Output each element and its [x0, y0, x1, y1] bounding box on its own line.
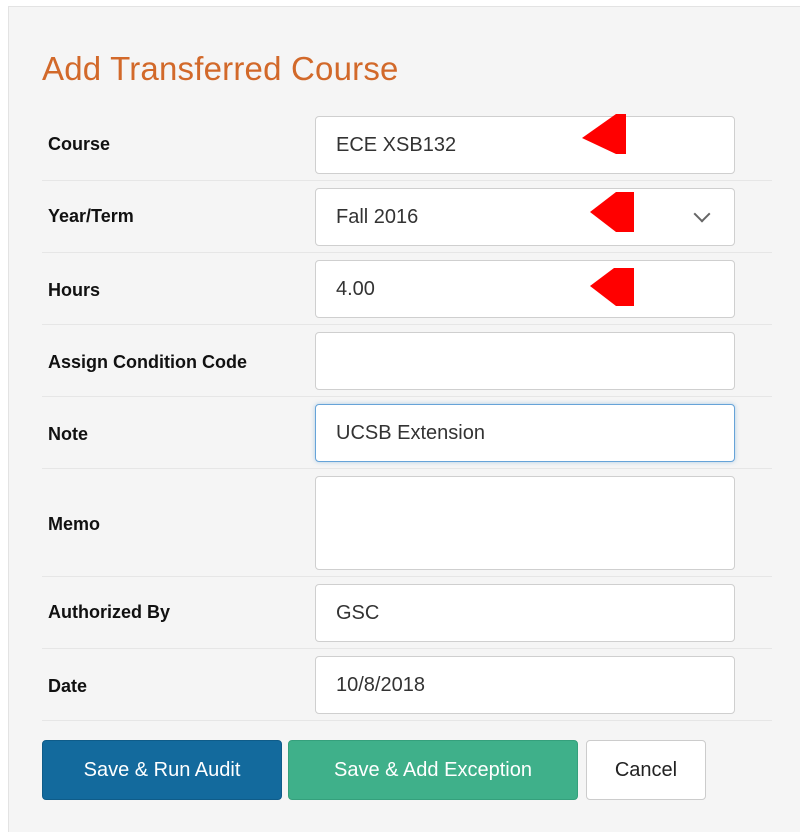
course-label: Course	[48, 134, 111, 154]
red-arrow-marker-icon	[590, 192, 634, 232]
red-arrow-marker-icon	[582, 114, 626, 154]
year-term-value: Fall 2016	[336, 205, 419, 228]
save-run-audit-button[interactable]: Save & Run Audit	[42, 740, 282, 800]
chevron-down-icon	[693, 205, 711, 223]
row-divider	[42, 252, 772, 253]
course-input-value: ECE XSB132	[336, 133, 457, 156]
row-divider	[42, 324, 772, 325]
red-arrow-marker-icon	[590, 268, 634, 306]
date-value: 10/8/2018	[336, 673, 425, 696]
authorized-by-input[interactable]: GSC	[315, 584, 735, 642]
condition-code-input[interactable]	[315, 332, 735, 390]
save-add-exception-button[interactable]: Save & Add Exception	[288, 740, 578, 800]
authorized-by-value: GSC	[336, 601, 380, 624]
authorized-by-label: Authorized By	[48, 602, 171, 622]
hours-input[interactable]: 4.00	[315, 260, 735, 318]
date-label: Date	[48, 676, 88, 696]
condition-code-label: Assign Condition Code	[48, 352, 247, 372]
date-input[interactable]: 10/8/2018	[315, 656, 735, 714]
memo-textarea[interactable]	[315, 476, 735, 570]
year-term-label: Year/Term	[48, 206, 134, 226]
cancel-button[interactable]: Cancel	[586, 740, 706, 800]
year-term-select[interactable]: Fall 2016	[315, 188, 735, 246]
note-value: UCSB Extension	[336, 421, 485, 444]
row-divider	[42, 720, 772, 721]
hours-label: Hours	[48, 280, 101, 300]
row-divider	[42, 396, 772, 397]
row-divider	[42, 648, 772, 649]
note-label: Note	[48, 424, 88, 444]
row-divider	[42, 468, 772, 469]
form-title: Add Transferred Course	[42, 50, 399, 87]
row-divider	[42, 576, 772, 577]
memo-label: Memo	[48, 514, 101, 534]
course-input[interactable]: ECE XSB132	[315, 116, 735, 174]
note-input[interactable]: UCSB Extension	[315, 404, 735, 462]
hours-value: 4.00	[336, 277, 375, 300]
row-divider	[42, 180, 772, 181]
